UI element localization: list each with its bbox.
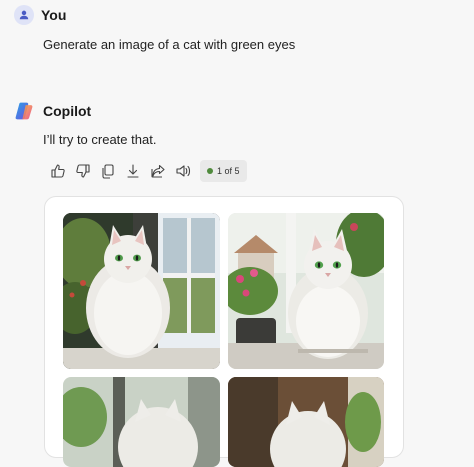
person-icon (19, 10, 29, 20)
copilot-header: Copilot (14, 101, 91, 121)
user-name: You (41, 7, 67, 23)
user-avatar (14, 5, 34, 25)
status-dot (207, 168, 213, 174)
copy-icon (102, 164, 114, 179)
read-aloud-button[interactable] (171, 160, 195, 182)
copilot-name: Copilot (43, 103, 92, 119)
message-actions: 1 of 5 (46, 160, 247, 182)
generated-image-2[interactable] (228, 213, 384, 369)
copilot-logo-icon (15, 102, 33, 120)
counter-label: 1 of 5 (217, 166, 240, 176)
thumbs-up-button[interactable] (46, 160, 70, 182)
image-results-card (44, 196, 404, 467)
thumbs-down-icon (76, 164, 90, 178)
user-message: Generate an image of a cat with green ey… (43, 37, 296, 52)
response-counter[interactable]: 1 of 5 (200, 160, 247, 182)
generated-image-1[interactable] (63, 213, 220, 369)
copy-button[interactable] (96, 160, 120, 182)
copilot-message: I’ll try to create that. (43, 132, 157, 147)
generated-image-3[interactable] (63, 377, 220, 467)
share-button[interactable] (146, 160, 170, 182)
thumbs-up-icon (51, 164, 65, 178)
thumbs-down-button[interactable] (71, 160, 95, 182)
download-button[interactable] (121, 160, 145, 182)
share-icon (151, 164, 165, 178)
download-icon (127, 164, 139, 178)
generated-image-4[interactable] (228, 377, 384, 467)
speaker-icon (176, 165, 191, 177)
user-header: You (14, 5, 66, 25)
